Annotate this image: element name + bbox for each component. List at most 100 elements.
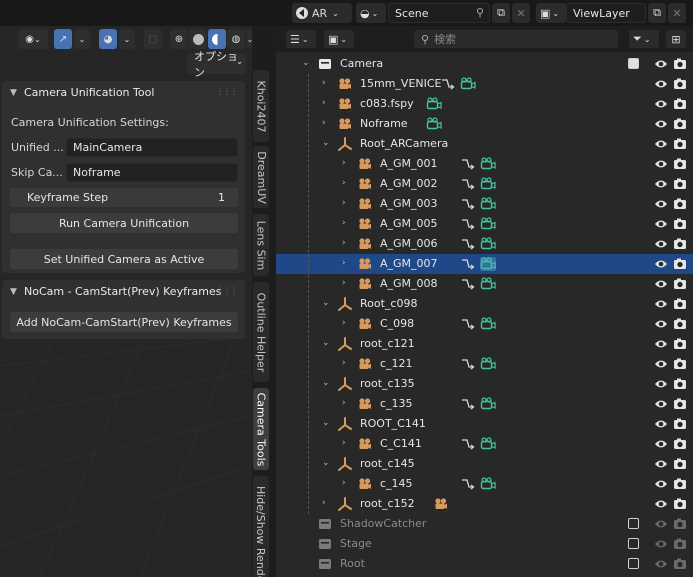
- camera-data-icon[interactable]: [480, 257, 496, 271]
- new-view-layer-button[interactable]: ⧉: [648, 3, 666, 23]
- exclude-checkbox[interactable]: [628, 58, 639, 69]
- set-unified-camera-active-button[interactable]: Set Unified Camera as Active: [10, 249, 238, 269]
- chevron-right-icon[interactable]: ›: [342, 478, 346, 488]
- eye-icon[interactable]: [654, 77, 668, 91]
- eye-icon[interactable]: [654, 337, 668, 351]
- chevron-right-icon[interactable]: ›: [342, 398, 346, 408]
- camera-data-icon[interactable]: [426, 97, 442, 111]
- constraint-icon[interactable]: [460, 397, 476, 411]
- run-camera-unification-button[interactable]: Run Camera Unification: [10, 213, 238, 233]
- outliner-row[interactable]: › C_C141: [276, 434, 693, 454]
- eye-icon[interactable]: [654, 217, 668, 231]
- outliner-row[interactable]: › Noframe: [276, 114, 693, 134]
- chevron-down-icon[interactable]: ⌄: [322, 458, 330, 468]
- render-camera-icon[interactable]: [673, 317, 687, 331]
- outliner-row[interactable]: › c_121: [276, 354, 693, 374]
- outliner-row[interactable]: › A_GM_003: [276, 194, 693, 214]
- eye-icon[interactable]: [654, 117, 668, 131]
- constraint-icon[interactable]: [460, 317, 476, 331]
- camera-data-icon[interactable]: [460, 77, 476, 91]
- outliner-row[interactable]: ⌄ Root_c098: [276, 294, 693, 314]
- gizmo-toggle[interactable]: ↗: [54, 29, 72, 49]
- tab-dreamuv[interactable]: DreamUV: [253, 146, 269, 208]
- outliner-row[interactable]: ⌄ ROOT_C141: [276, 414, 693, 434]
- outliner-row[interactable]: › A_GM_002: [276, 174, 693, 194]
- chevron-down-icon[interactable]: ▼: [10, 287, 17, 297]
- camera-data-icon[interactable]: [480, 437, 496, 451]
- render-camera-icon[interactable]: [673, 137, 687, 151]
- camera-data-icon[interactable]: [480, 397, 496, 411]
- render-camera-icon[interactable]: [673, 297, 687, 311]
- panel-title[interactable]: Camera Unification Tool: [24, 86, 154, 99]
- camera-data-icon[interactable]: [480, 157, 496, 171]
- constraint-icon[interactable]: [460, 217, 476, 231]
- chevron-right-icon[interactable]: ›: [342, 218, 346, 228]
- overlay-toggle[interactable]: ◕: [99, 29, 117, 49]
- render-camera-icon[interactable]: [673, 97, 687, 111]
- outliner-row[interactable]: Root: [276, 554, 693, 574]
- gizmo-dropdown[interactable]: ⌄: [74, 29, 90, 49]
- view-layer-scene-selector[interactable]: AR ⌄: [292, 3, 352, 23]
- tab-camera-tools[interactable]: Camera Tools: [253, 388, 269, 470]
- drag-handle-icon[interactable]: ⋮⋮⋮: [216, 286, 238, 295]
- eye-icon[interactable]: [654, 57, 668, 71]
- chevron-down-icon[interactable]: ▼: [10, 88, 17, 98]
- render-camera-icon[interactable]: [673, 557, 687, 571]
- outliner-row[interactable]: ⌄ root_c121: [276, 334, 693, 354]
- camera-data-icon[interactable]: [480, 277, 496, 291]
- shading-wireframe-button[interactable]: ⊕: [170, 29, 188, 49]
- delete-view-layer-button[interactable]: ✕: [668, 3, 686, 23]
- render-camera-icon[interactable]: [673, 117, 687, 131]
- chevron-right-icon[interactable]: ›: [342, 438, 346, 448]
- keyframe-step-slider[interactable]: Keyframe Step 1: [10, 188, 238, 207]
- eye-icon[interactable]: [654, 377, 668, 391]
- eye-icon[interactable]: [654, 137, 668, 151]
- eye-icon[interactable]: [654, 257, 668, 271]
- chevron-right-icon[interactable]: ›: [342, 158, 346, 168]
- render-camera-icon[interactable]: [673, 177, 687, 191]
- outliner-row[interactable]: ⌄ root_c145: [276, 454, 693, 474]
- camera-data-icon[interactable]: [480, 477, 496, 491]
- outliner-row[interactable]: › c_135: [276, 394, 693, 414]
- eye-icon[interactable]: [654, 517, 668, 531]
- exclude-checkbox[interactable]: [628, 558, 639, 569]
- delete-scene-button[interactable]: ✕: [512, 3, 530, 23]
- tab-lens-sim[interactable]: Lens Sim: [253, 214, 269, 276]
- view-layer-name-field[interactable]: ViewLayer: [566, 3, 646, 23]
- outliner-row[interactable]: ShadowCatcher: [276, 514, 693, 534]
- eye-icon[interactable]: [654, 177, 668, 191]
- outliner-row[interactable]: Stage: [276, 534, 693, 554]
- constraint-icon[interactable]: [460, 437, 476, 451]
- render-camera-icon[interactable]: [673, 277, 687, 291]
- options-dropdown[interactable]: オプション ⌄: [187, 50, 246, 79]
- eye-icon[interactable]: [654, 437, 668, 451]
- constraint-icon[interactable]: [460, 157, 476, 171]
- eye-icon[interactable]: [654, 97, 668, 111]
- drag-handle-icon[interactable]: ⋮⋮⋮: [216, 87, 238, 96]
- outliner-row[interactable]: ⌄ Root_ARCamera: [276, 134, 693, 154]
- outliner-search-input[interactable]: ⚲ 検索: [414, 30, 618, 48]
- camera-data-icon[interactable]: [480, 217, 496, 231]
- eye-icon[interactable]: [654, 557, 668, 571]
- eye-icon[interactable]: [654, 417, 668, 431]
- render-camera-icon[interactable]: [673, 57, 687, 71]
- eye-icon[interactable]: [654, 397, 668, 411]
- outliner-row[interactable]: › c_145: [276, 474, 693, 494]
- outliner-row[interactable]: › root_c152: [276, 494, 693, 514]
- shading-solid-button[interactable]: [189, 29, 207, 49]
- render-camera-icon[interactable]: [673, 337, 687, 351]
- shading-rendered-button[interactable]: ◍: [227, 29, 245, 49]
- eye-icon[interactable]: [654, 317, 668, 331]
- eye-icon[interactable]: [654, 537, 668, 551]
- chevron-down-icon[interactable]: ⌄: [302, 58, 310, 68]
- eye-icon[interactable]: [654, 497, 668, 511]
- eye-icon[interactable]: [654, 297, 668, 311]
- render-camera-icon[interactable]: [673, 257, 687, 271]
- chevron-right-icon[interactable]: ›: [322, 98, 326, 108]
- eye-icon[interactable]: [654, 277, 668, 291]
- constraint-icon[interactable]: [460, 477, 476, 491]
- eye-icon[interactable]: [654, 157, 668, 171]
- constraint-icon[interactable]: [440, 77, 456, 91]
- chevron-down-icon[interactable]: ⌄: [322, 418, 330, 428]
- camera-data-icon[interactable]: [480, 357, 496, 371]
